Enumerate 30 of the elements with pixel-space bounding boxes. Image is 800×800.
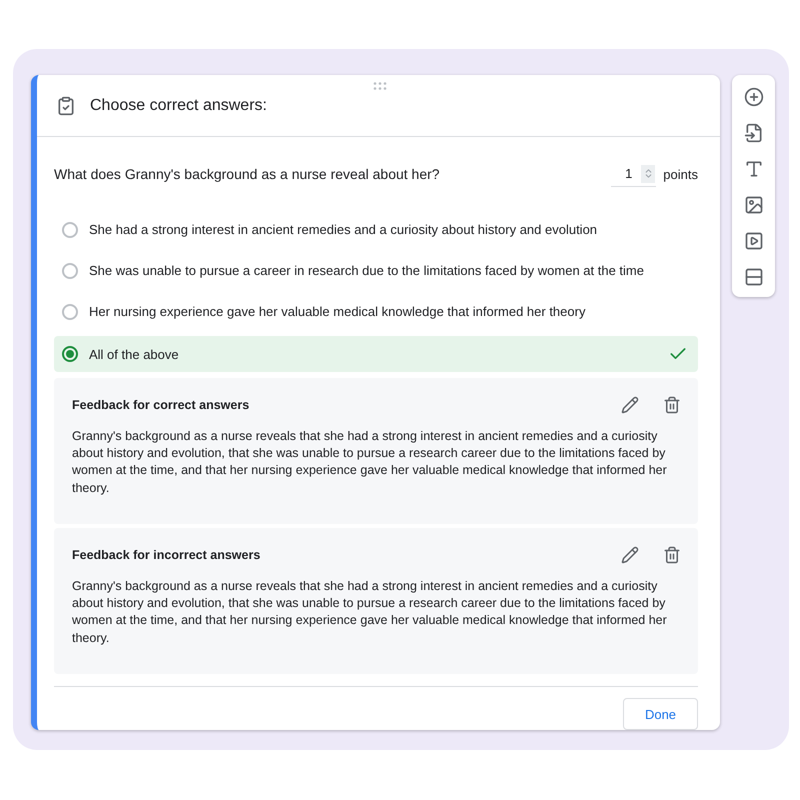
delete-icon[interactable] [663,396,681,414]
answer-option[interactable]: All of the above [54,336,698,372]
delete-icon[interactable] [663,546,681,564]
feedback-text: Granny's background as a nurse reveals that she had a strong interest in ancient remedies and a curiosity about history and evolution, that she was unable to pursue a research career due to the limitations faced by women at the time, and that her nursing experience gave her valuable medical knowledge that informed her theory. [72,578,668,647]
stepper-icon[interactable] [641,164,656,182]
clipboard-check-icon [56,96,76,116]
radio-button[interactable] [62,304,78,320]
drag-handle-icon[interactable] [373,82,387,90]
section-icon[interactable] [744,267,764,287]
feedback-title: Feedback for correct answers [72,398,250,412]
video-icon[interactable] [744,231,764,251]
answer-option[interactable]: Her nursing experience gave her valuable medical knowledge that informed her theory [54,291,698,332]
add-icon[interactable] [744,87,764,107]
points-field[interactable]: 1 [611,162,656,186]
feedback-text: Granny's background as a nurse reveals that she had a strong interest in ancient remedies and a curiosity about history and evolution, that she was unable to pursue a research career due to the limitations faced by women at the time, and that her nursing experience gave her valuable medical knowledge that informed her theory. [72,428,668,497]
edit-icon[interactable] [621,546,639,564]
question-text: What does Granny's background as a nurse reveal about her? [54,166,441,182]
radio-button[interactable] [62,222,78,238]
card-title: Choose correct answers: [90,96,267,114]
image-icon[interactable] [744,195,764,215]
radio-button[interactable] [62,262,78,278]
feedback-title: Feedback for incorrect answers [72,548,262,562]
edit-icon[interactable] [621,396,639,414]
points-label: points [663,166,698,182]
answer-option[interactable]: She had a strong interest in ancient remedies and a curiosity about history and evolution [54,209,698,250]
answer-option[interactable]: She was unable to pursue a career in research due to the limitations faced by women at the time [54,250,698,291]
radio-button[interactable] [62,346,78,362]
text-icon[interactable] [744,159,764,179]
import-file-icon[interactable] [744,123,764,143]
done-button[interactable]: Done [623,698,698,730]
